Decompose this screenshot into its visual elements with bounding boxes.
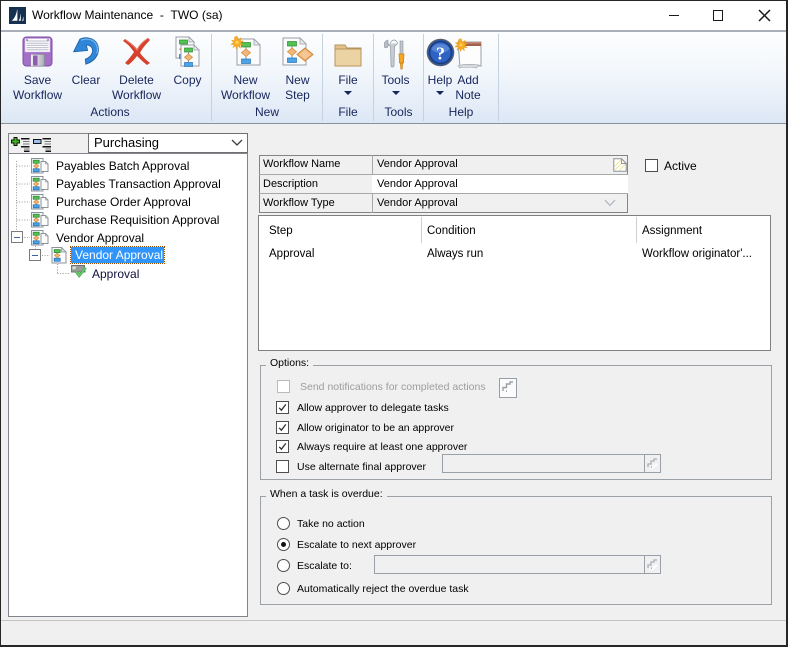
svg-text:?: ? [436,44,445,64]
